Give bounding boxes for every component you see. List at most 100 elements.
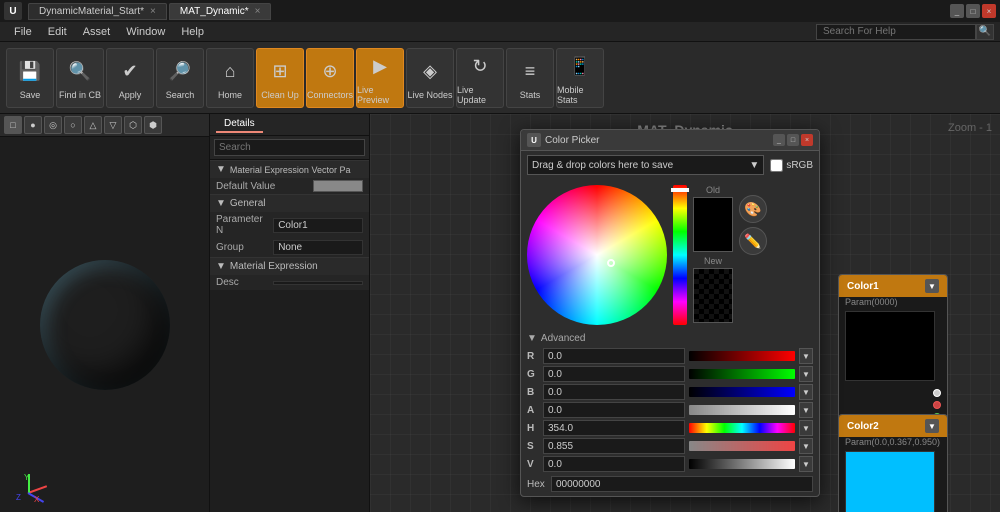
cp-close-btn[interactable]: × (801, 134, 813, 146)
menu-file[interactable]: File (6, 22, 40, 42)
search-button[interactable]: 🔎 Search (156, 48, 204, 108)
vp-solid-btn[interactable]: ● (24, 116, 42, 134)
r-bar[interactable] (689, 351, 795, 361)
r-input[interactable] (543, 348, 685, 364)
h-field-row: H ▼ (527, 420, 813, 436)
s-arrow[interactable]: ▼ (799, 438, 813, 454)
maximize-button[interactable]: □ (966, 4, 980, 18)
general-header[interactable]: ▼ General (210, 194, 369, 212)
cp-swatch-dropdown[interactable]: Drag & drop colors here to save ▼ (527, 155, 764, 175)
cleanup-button[interactable]: ⊞ Clean Up (256, 48, 304, 108)
menu-help[interactable]: Help (173, 22, 212, 42)
cp-picker-btn[interactable]: ✏️ (739, 227, 767, 255)
close-tab-2[interactable]: × (255, 6, 261, 17)
color1-header: Color1 ▼ (839, 275, 947, 297)
vp-unlit-btn[interactable]: ○ (64, 116, 82, 134)
h-input[interactable] (543, 420, 685, 436)
live-nodes-button[interactable]: ◈ Live Nodes (406, 48, 454, 108)
cp-title: Color Picker (545, 135, 771, 146)
node-editor[interactable]: MAT_Dynamic Zoom - 1 Color1 ▼ Param(0000… (370, 114, 1000, 512)
group-value[interactable]: None (273, 240, 363, 255)
stats-button[interactable]: ≡ Stats (506, 48, 554, 108)
s-label: S (527, 441, 539, 452)
cp-restore-btn[interactable]: □ (787, 134, 799, 146)
close-button[interactable]: × (982, 4, 996, 18)
find-in-cb-button[interactable]: 🔍 Find in CB (56, 48, 104, 108)
home-icon: ⌂ (214, 56, 246, 88)
g-bar[interactable] (689, 369, 795, 379)
s-input[interactable] (543, 438, 685, 454)
color2-node[interactable]: Color2 ▼ Param(0.0,0.367,0.950) (838, 414, 948, 512)
a-bar[interactable] (689, 405, 795, 415)
h-bar[interactable] (689, 423, 795, 433)
minimize-button[interactable]: _ (950, 4, 964, 18)
v-input[interactable] (543, 456, 685, 472)
mat-expr-header[interactable]: ▼ Material Expression (210, 257, 369, 275)
menu-bar: File Edit Asset Window Help 🔍 (0, 22, 1000, 42)
desc-value[interactable] (273, 281, 363, 285)
menu-asset[interactable]: Asset (75, 22, 119, 42)
new-label: New (693, 256, 733, 266)
live-update-button[interactable]: ↻ Live Update (456, 48, 504, 108)
cp-minimize-btn[interactable]: _ (773, 134, 785, 146)
cp-eyedropper-btn[interactable]: 🎨 (739, 195, 767, 223)
hue-bar[interactable] (673, 185, 687, 325)
help-search-input[interactable] (816, 24, 976, 40)
advanced-toggle[interactable]: ▼ Advanced (527, 331, 813, 348)
menu-edit[interactable]: Edit (40, 22, 75, 42)
zoom-indicator: Zoom - 1 (948, 122, 992, 134)
preview-sphere (40, 260, 170, 390)
search-icon: 🔎 (164, 56, 196, 88)
v-arrow[interactable]: ▼ (799, 456, 813, 472)
mobile-stats-button[interactable]: 📱 Mobile Stats (556, 48, 604, 108)
vp-btn5[interactable]: △ (84, 116, 102, 134)
mobile-stats-icon: 📱 (564, 51, 596, 83)
r-arrow[interactable]: ▼ (799, 348, 813, 364)
color1-expand[interactable]: ▼ (925, 279, 939, 293)
g-input[interactable] (543, 366, 685, 382)
new-color-swatch (693, 268, 733, 323)
default-value-color[interactable] (313, 180, 363, 192)
live-preview-button[interactable]: ▶ Live Preview (356, 48, 404, 108)
vp-perspective-btn[interactable]: □ (4, 116, 22, 134)
vp-btn6[interactable]: ▽ (104, 116, 122, 134)
save-button[interactable]: 💾 Save (6, 48, 54, 108)
cp-main: Old New 🎨 ✏️ (521, 179, 819, 331)
color1-pin2 (839, 399, 947, 411)
close-tab-1[interactable]: × (150, 6, 156, 17)
s-bar[interactable] (689, 441, 795, 451)
b-arrow[interactable]: ▼ (799, 384, 813, 400)
color-wheel[interactable] (527, 185, 667, 325)
g-arrow[interactable]: ▼ (799, 366, 813, 382)
help-search-button[interactable]: 🔍 (976, 24, 994, 40)
b-input[interactable] (543, 384, 685, 400)
color2-expand[interactable]: ▼ (925, 419, 939, 433)
parameter-name-value[interactable]: Color1 (273, 218, 363, 233)
color-wheel-container[interactable] (527, 185, 667, 325)
apply-button[interactable]: ✔ Apply (106, 48, 154, 108)
connectors-button[interactable]: ⊕ Connectors (306, 48, 354, 108)
prop-search (210, 136, 369, 160)
menu-window[interactable]: Window (118, 22, 173, 42)
hue-cursor (671, 188, 689, 192)
tab-mat-dynamic[interactable]: MAT_Dynamic* × (169, 3, 272, 20)
home-button[interactable]: ⌂ Home (206, 48, 254, 108)
b-bar[interactable] (689, 387, 795, 397)
connectors-icon: ⊕ (314, 56, 346, 88)
vp-btn8[interactable]: ⬢ (144, 116, 162, 134)
h-arrow[interactable]: ▼ (799, 420, 813, 436)
b-label: B (527, 387, 539, 398)
mat-expr-vector-header[interactable]: ▼ Material Expression Vector Pa (210, 160, 369, 178)
details-tab[interactable]: Details (216, 116, 263, 133)
viewport-canvas[interactable]: X Y Z (0, 137, 209, 512)
hex-input[interactable] (551, 476, 813, 492)
cp-srgb-checkbox[interactable] (770, 159, 783, 172)
prop-search-input[interactable] (214, 139, 365, 156)
vp-btn7[interactable]: ⬡ (124, 116, 142, 134)
a-input[interactable] (543, 402, 685, 418)
vp-wire-btn[interactable]: ◎ (44, 116, 62, 134)
tab-dynamic-material-start[interactable]: DynamicMaterial_Start* × (28, 3, 167, 20)
v-bar[interactable] (689, 459, 795, 469)
x-label: X (34, 495, 39, 504)
a-arrow[interactable]: ▼ (799, 402, 813, 418)
